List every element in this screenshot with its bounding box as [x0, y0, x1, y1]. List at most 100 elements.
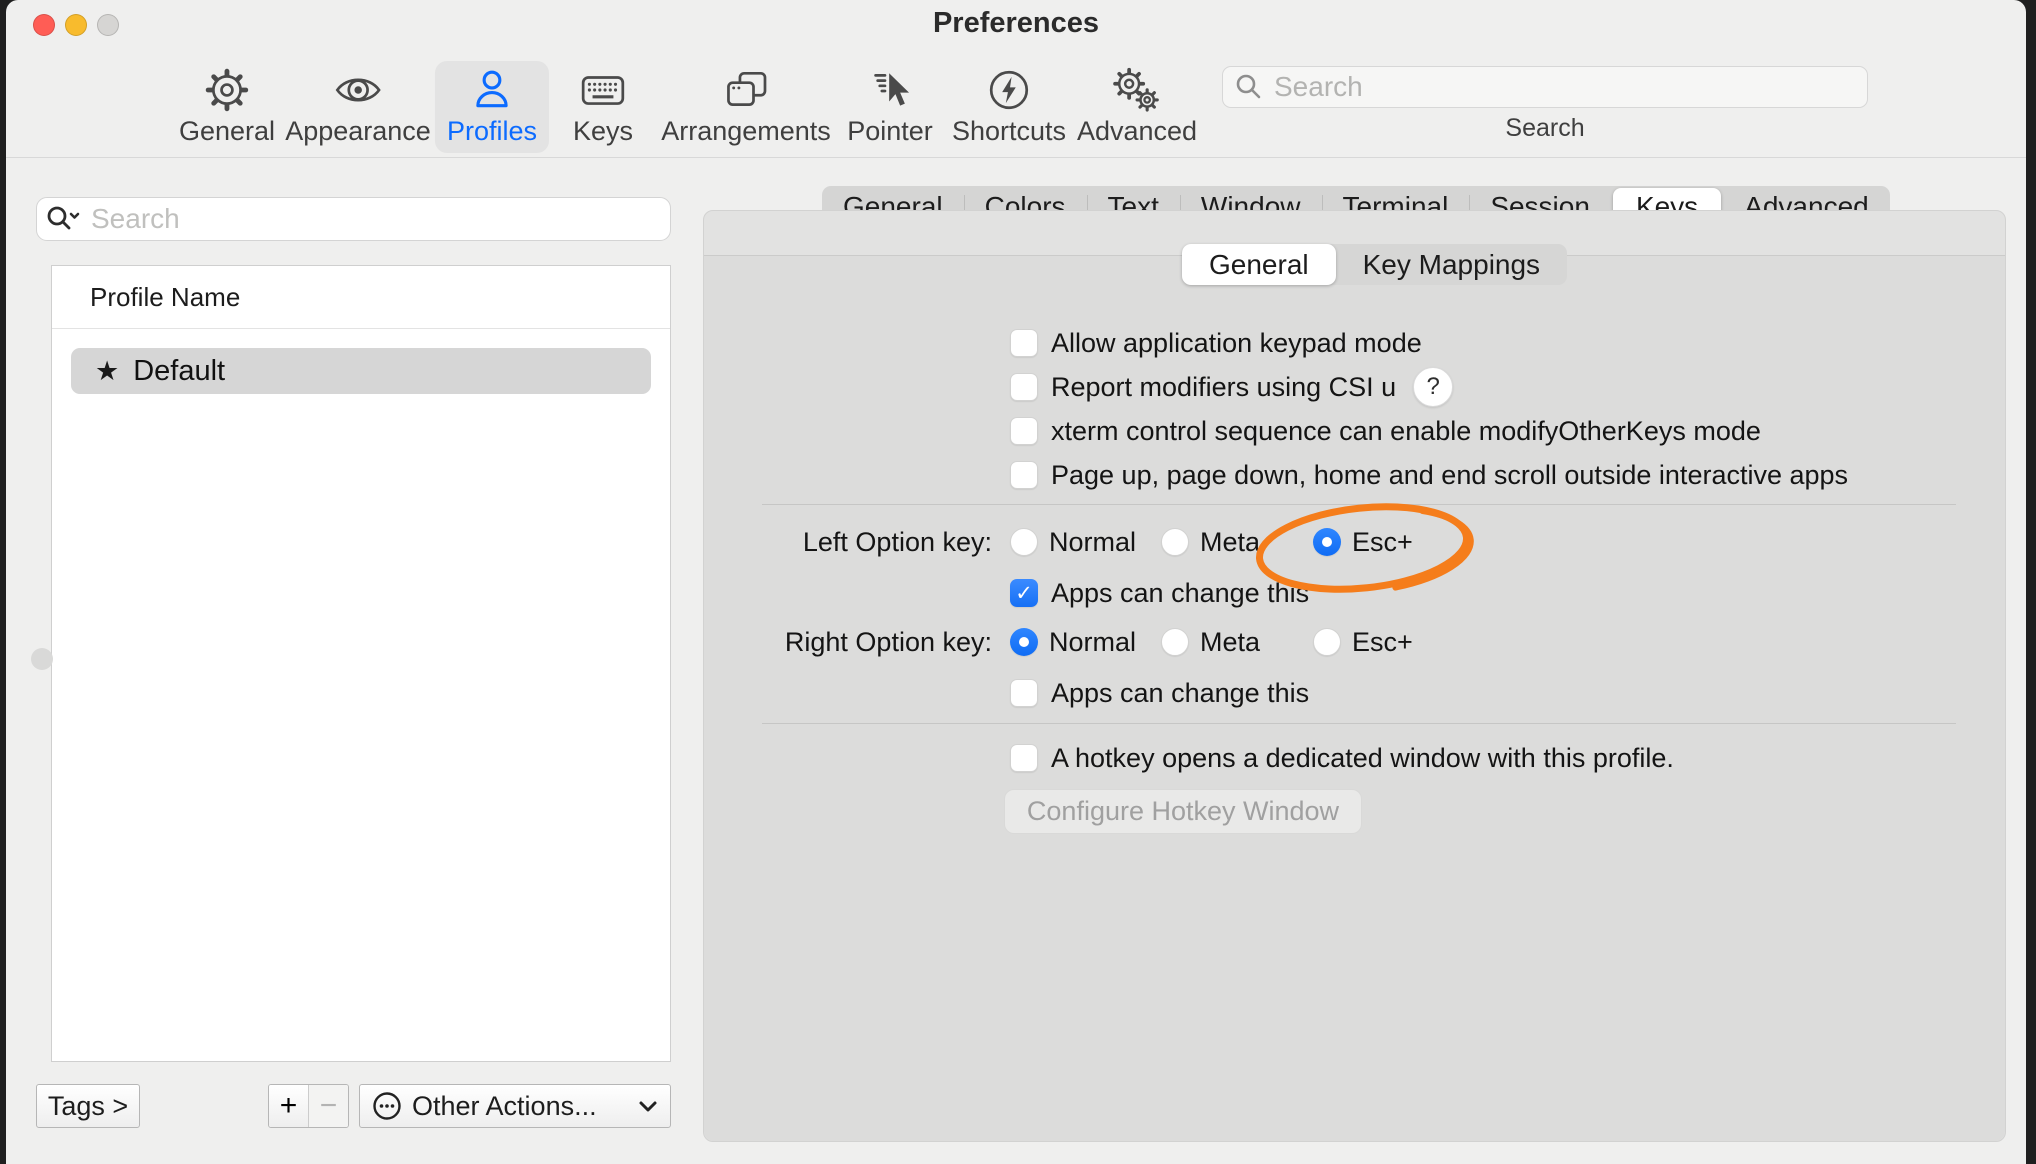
checkbox-label: A hotkey opens a dedicated window with t… — [1051, 743, 1674, 774]
checkbox-label: Apps can change this — [1051, 578, 1309, 609]
toolbar-item-general[interactable]: General — [167, 61, 287, 153]
scroll-outside-apps-checkbox[interactable] — [1010, 461, 1038, 489]
left-option-meta[interactable]: Meta — [1161, 522, 1260, 562]
left-option-normal[interactable]: Normal — [1010, 522, 1136, 562]
radio-meta[interactable] — [1161, 628, 1189, 656]
right-option-label: Right Option key: — [704, 622, 992, 662]
toolbar-item-appearance[interactable]: Appearance — [273, 61, 443, 153]
checkbox-label: xterm control sequence can enable modify… — [1051, 416, 1761, 447]
plus-icon: + — [280, 1089, 298, 1123]
splitter-handle[interactable] — [31, 648, 53, 670]
search-icon — [1235, 73, 1263, 101]
configure-hotkey-window-button[interactable]: Configure Hotkey Window — [1004, 789, 1362, 834]
other-actions-popup[interactable]: Other Actions... — [359, 1084, 671, 1128]
divider — [762, 723, 1956, 724]
checkbox-row: xterm control sequence can enable modify… — [1010, 411, 1761, 451]
radio-label: Meta — [1200, 627, 1260, 658]
keys-subtab-bar: General Key Mappings — [1182, 244, 1567, 285]
radio-esc[interactable] — [1313, 628, 1341, 656]
right-option-normal[interactable]: Normal — [1010, 622, 1136, 662]
radio-meta[interactable] — [1161, 528, 1189, 556]
toolbar-item-label: Advanced — [1077, 116, 1197, 147]
profile-row-default[interactable]: ★ Default — [71, 348, 651, 394]
profile-search-input[interactable] — [89, 202, 660, 236]
window-title: Preferences — [6, 7, 2026, 40]
radio-normal[interactable] — [1010, 528, 1038, 556]
tags-button-label: Tags > — [48, 1091, 128, 1122]
subtab-label: General — [1209, 249, 1309, 281]
subtab-label: Key Mappings — [1363, 249, 1540, 281]
right-apps-can-change-checkbox[interactable] — [1010, 679, 1038, 707]
checkbox-row: Report modifiers using CSI u ? — [1010, 367, 1453, 407]
left-option-label: Left Option key: — [704, 522, 992, 562]
tags-button[interactable]: Tags > — [36, 1084, 140, 1128]
profile-name-column-header: Profile Name — [90, 282, 240, 313]
windows-icon — [722, 67, 770, 113]
toolbar-item-arrangements[interactable]: Arrangements — [649, 61, 843, 153]
toolbar-item-pointer[interactable]: Pointer — [835, 61, 945, 153]
radio-esc-selected[interactable] — [1313, 528, 1341, 556]
right-option-esc[interactable]: Esc+ — [1313, 622, 1413, 662]
radio-label: Esc+ — [1352, 527, 1413, 558]
other-actions-label: Other Actions... — [412, 1091, 597, 1122]
configure-hotkey-window-label: Configure Hotkey Window — [1027, 796, 1339, 827]
right-option-meta[interactable]: Meta — [1161, 622, 1260, 662]
toolbar-item-shortcuts[interactable]: Shortcuts — [940, 61, 1078, 153]
toolbar-item-keys[interactable]: Keys — [561, 61, 645, 153]
search-scope-icon — [47, 205, 81, 233]
checkbox-label: Allow application keypad mode — [1051, 328, 1422, 359]
profile-list: Profile Name ★ Default — [51, 265, 671, 1062]
left-apps-can-change-checkbox[interactable]: ✓ — [1010, 579, 1038, 607]
toolbar-item-profiles[interactable]: Profiles — [435, 61, 549, 153]
toolbar-item-label: Pointer — [847, 116, 933, 147]
toolbar-item-label: Appearance — [285, 116, 431, 147]
checkbox-row: Page up, page down, home and end scroll … — [1010, 455, 1848, 495]
csi-u-checkbox[interactable] — [1010, 373, 1038, 401]
toolbar-search-field[interactable] — [1222, 66, 1868, 108]
toolbar-item-label: General — [179, 116, 275, 147]
profile-name: Default — [133, 355, 225, 388]
radio-label: Normal — [1049, 627, 1136, 658]
modify-other-keys-checkbox[interactable] — [1010, 417, 1038, 445]
hotkey-window-checkbox[interactable] — [1010, 744, 1038, 772]
eye-icon — [334, 67, 382, 113]
preferences-app: Preferences General Appearan — [0, 0, 2036, 1164]
toolbar-search-input[interactable] — [1272, 70, 1855, 104]
checkbox-label: Page up, page down, home and end scroll … — [1051, 460, 1848, 491]
radio-label: Meta — [1200, 527, 1260, 558]
checkbox-label: Apps can change this — [1051, 678, 1309, 709]
preferences-window: Preferences General Appearan — [6, 0, 2026, 1164]
remove-profile-button[interactable]: − — [308, 1085, 348, 1127]
preferences-toolbar: General Appearance Profiles — [6, 52, 2026, 158]
subtab-general[interactable]: General — [1182, 244, 1336, 285]
toolbar-search-caption: Search — [1222, 114, 1868, 143]
radio-normal-selected[interactable] — [1010, 628, 1038, 656]
left-option-esc[interactable]: Esc+ — [1313, 522, 1413, 562]
star-icon: ★ — [95, 358, 119, 385]
ellipsis-circle-icon — [372, 1091, 402, 1121]
help-button[interactable]: ? — [1413, 367, 1453, 407]
profile-search-field[interactable] — [36, 197, 671, 241]
subtab-key-mappings[interactable]: Key Mappings — [1336, 244, 1567, 285]
left-option-row: Left Option key: Normal Meta Esc+ — [704, 522, 2005, 562]
gear-icon — [204, 67, 250, 113]
cursor-icon — [867, 67, 913, 113]
title-bar: Preferences — [6, 0, 2026, 52]
add-profile-button[interactable]: + — [269, 1085, 308, 1127]
toolbar-item-advanced[interactable]: Advanced — [1065, 61, 1209, 153]
chevron-down-icon — [638, 1100, 658, 1113]
apps-can-change-row: ✓ Apps can change this — [1010, 573, 1309, 613]
apps-can-change-row: Apps can change this — [1010, 673, 1309, 713]
radio-label: Normal — [1049, 527, 1136, 558]
checkbox-label: Report modifiers using CSI u — [1051, 372, 1396, 403]
allow-keypad-checkbox[interactable] — [1010, 329, 1038, 357]
hotkey-row: A hotkey opens a dedicated window with t… — [1010, 738, 1674, 778]
bolt-circle-icon — [986, 67, 1032, 113]
question-mark-icon: ? — [1426, 373, 1439, 401]
profile-list-header[interactable]: Profile Name — [52, 266, 670, 329]
right-option-row: Right Option key: Normal Meta Esc+ — [704, 622, 2005, 662]
toolbar-item-label: Profiles — [447, 116, 537, 147]
add-remove-profile-group: + − — [268, 1084, 349, 1128]
toolbar-item-label: Keys — [573, 116, 633, 147]
toolbar-item-label: Shortcuts — [952, 116, 1066, 147]
